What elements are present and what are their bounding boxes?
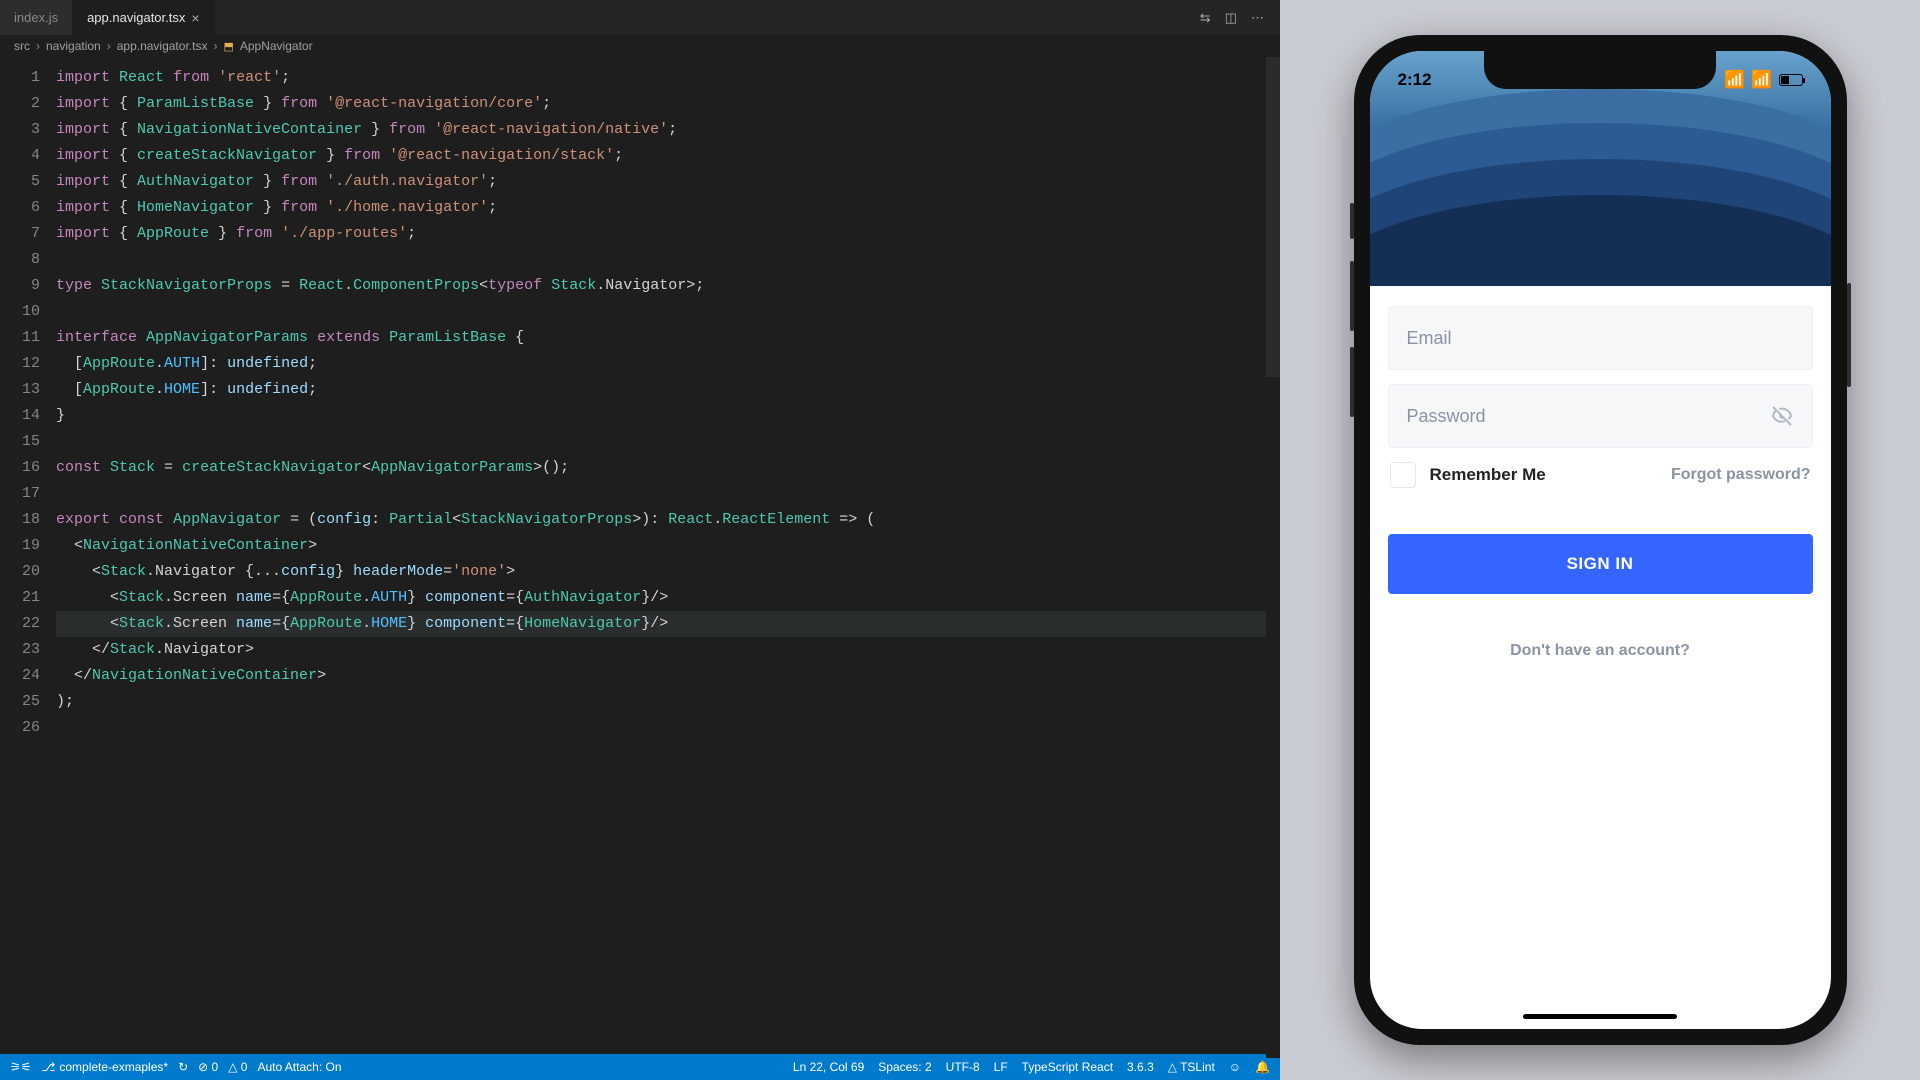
- sync-icon[interactable]: ↻: [178, 1060, 188, 1074]
- phone-screen: 2:12 📶 📶: [1370, 51, 1831, 1029]
- encoding[interactable]: UTF-8: [946, 1060, 980, 1074]
- tab-label: app.navigator.tsx: [87, 10, 185, 25]
- remember-label: Remember Me: [1430, 465, 1546, 485]
- password-field[interactable]: [1407, 406, 1770, 427]
- breadcrumb[interactable]: src› navigation› app.navigator.tsx› ⬒ Ap…: [0, 35, 1280, 57]
- auto-attach[interactable]: Auto Attach: On: [257, 1060, 341, 1074]
- phone-time: 2:12: [1398, 70, 1432, 90]
- tslint[interactable]: △ TSLint: [1168, 1060, 1215, 1074]
- close-icon[interactable]: ×: [191, 10, 199, 26]
- email-field[interactable]: [1407, 328, 1794, 349]
- line-number-gutter: 1234567891011121314151617181920212223242…: [0, 57, 56, 1054]
- code-area[interactable]: 1234567891011121314151617181920212223242…: [0, 57, 1280, 1054]
- password-field-wrap[interactable]: [1388, 384, 1813, 448]
- remember-me[interactable]: Remember Me: [1390, 462, 1546, 488]
- crumb-folder[interactable]: navigation: [46, 39, 101, 53]
- split-editor-icon[interactable]: ◫: [1225, 10, 1237, 26]
- simulator-stage: 2:12 📶 📶: [1280, 0, 1920, 1080]
- battery-icon: [1779, 74, 1803, 86]
- ts-version[interactable]: 3.6.3: [1127, 1060, 1154, 1074]
- phone-notch: [1484, 51, 1716, 89]
- tab-actions: ⇆ ◫ ⋯: [1200, 0, 1280, 35]
- crumb-file[interactable]: app.navigator.tsx: [117, 39, 208, 53]
- crumb-symbol[interactable]: AppNavigator: [240, 39, 313, 53]
- home-indicator[interactable]: [1523, 1014, 1677, 1019]
- crumb-folder[interactable]: src: [14, 39, 30, 53]
- email-field-wrap[interactable]: [1388, 306, 1813, 370]
- symbol-icon: ⬒: [223, 40, 233, 53]
- minimap[interactable]: [1266, 57, 1280, 1054]
- remote-icon[interactable]: ⚞⚟: [10, 1060, 32, 1074]
- errors-count[interactable]: ⊘ 0: [198, 1060, 218, 1074]
- tab-app-navigator[interactable]: app.navigator.tsx ×: [73, 0, 214, 35]
- more-icon[interactable]: ⋯: [1251, 10, 1264, 26]
- cursor-position[interactable]: Ln 22, Col 69: [793, 1060, 864, 1074]
- eye-off-icon[interactable]: [1770, 404, 1794, 428]
- remember-checkbox[interactable]: [1390, 462, 1416, 488]
- branch-indicator[interactable]: ⎇ complete-exmaples*: [42, 1060, 169, 1074]
- eol[interactable]: LF: [994, 1060, 1008, 1074]
- no-account-link[interactable]: Don't have an account?: [1388, 642, 1813, 660]
- code-content[interactable]: import React from 'react';import { Param…: [56, 57, 1280, 1054]
- warnings-count[interactable]: △ 0: [228, 1060, 247, 1074]
- tab-bar: index.js app.navigator.tsx × ⇆ ◫ ⋯: [0, 0, 1280, 35]
- code-editor: index.js app.navigator.tsx × ⇆ ◫ ⋯ src› …: [0, 0, 1280, 1080]
- signal-icon: 📶: [1724, 70, 1745, 90]
- tab-index-js[interactable]: index.js: [0, 0, 73, 35]
- login-form: Remember Me Forgot password? SIGN IN Don…: [1370, 286, 1831, 660]
- notifications-icon[interactable]: 🔔: [1255, 1060, 1270, 1074]
- forgot-password-link[interactable]: Forgot password?: [1671, 466, 1811, 484]
- tab-label: index.js: [14, 10, 58, 25]
- nav-back-icon[interactable]: ⇆: [1200, 10, 1211, 26]
- wifi-icon: 📶: [1751, 70, 1772, 90]
- status-bar: ⚞⚟ ⎇ complete-exmaples* ↻ ⊘ 0 △ 0 Auto A…: [0, 1054, 1280, 1080]
- signin-button[interactable]: SIGN IN: [1388, 534, 1813, 594]
- phone-device: 2:12 📶 📶: [1354, 35, 1847, 1045]
- feedback-icon[interactable]: ☺: [1229, 1060, 1241, 1074]
- language-mode[interactable]: TypeScript React: [1022, 1060, 1113, 1074]
- indentation[interactable]: Spaces: 2: [878, 1060, 931, 1074]
